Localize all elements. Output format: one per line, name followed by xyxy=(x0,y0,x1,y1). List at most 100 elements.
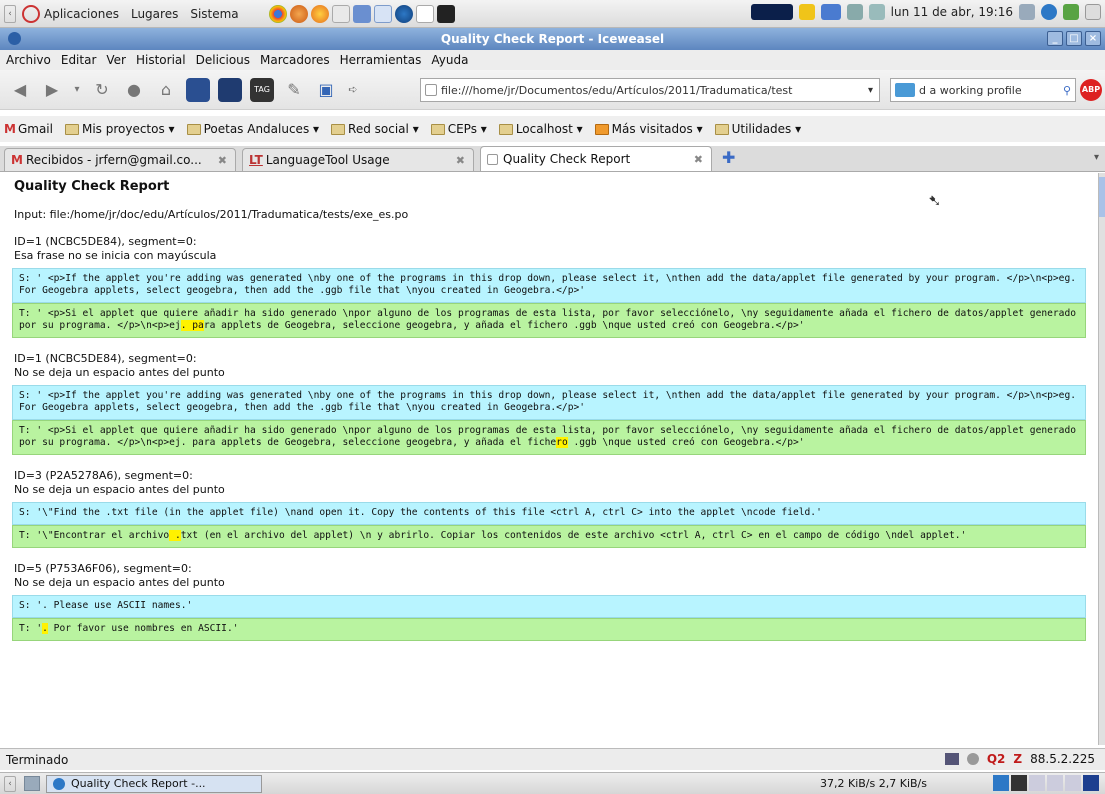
menu-ayuda[interactable]: Ayuda xyxy=(431,53,468,67)
workspace-5[interactable] xyxy=(1065,775,1081,791)
home-icon[interactable]: ⌂ xyxy=(154,78,178,102)
url-bar[interactable]: file:///home/jr/Documentos/edu/Artículos… xyxy=(420,78,880,102)
menu-archivo[interactable]: Archivo xyxy=(6,53,51,67)
forward-icon[interactable]: ▶ xyxy=(40,78,64,102)
folder-icon xyxy=(714,123,729,135)
reload-icon[interactable]: ↻ xyxy=(90,78,114,102)
delicious-icon[interactable]: ▣ xyxy=(314,78,338,102)
new-tab-icon[interactable]: ✚ xyxy=(722,148,735,167)
close-button[interactable]: × xyxy=(1085,31,1101,46)
taskbar-left-arrow[interactable]: ‹ xyxy=(4,775,16,792)
power-icon[interactable] xyxy=(1085,4,1101,20)
bookmark-red-social[interactable]: Red social ▾ xyxy=(331,122,419,136)
browser-launcher-icon[interactable] xyxy=(289,4,308,23)
arrow-dropdown-icon[interactable]: ➪ xyxy=(346,78,360,102)
menu-delicious[interactable]: Delicious xyxy=(196,53,250,67)
system-monitor-icon[interactable] xyxy=(750,4,793,20)
bookmark-utilidades[interactable]: Utilidades ▾ xyxy=(714,122,801,136)
update-icon[interactable] xyxy=(798,4,815,20)
bookmark-mas-visitados[interactable]: Más visitados ▾ xyxy=(594,122,703,136)
zotero-icon[interactable]: Z xyxy=(1013,752,1022,766)
tab-recibidos[interactable]: M Recibidos - jrfern@gmail.co... ✖ xyxy=(4,148,236,171)
menu-historial[interactable]: Historial xyxy=(136,53,186,67)
back-icon[interactable]: ◀ xyxy=(8,78,32,102)
browser-icon xyxy=(53,777,65,790)
volume-icon[interactable] xyxy=(846,4,863,20)
save-icon[interactable] xyxy=(186,77,210,102)
workspace-2[interactable] xyxy=(1011,775,1027,791)
bookmark-label: Localhost xyxy=(515,122,573,136)
search-box[interactable]: d a working profile ⚲ xyxy=(890,78,1076,102)
workspace-icon[interactable] xyxy=(1063,4,1079,20)
workspace-3[interactable] xyxy=(1029,775,1045,791)
menu-sistema[interactable]: Sistema xyxy=(190,7,238,21)
mouse-cursor-icon: ➷ xyxy=(928,191,942,210)
workspace-switcher[interactable] xyxy=(993,775,1099,791)
menu-herramientas[interactable]: Herramientas xyxy=(340,53,422,67)
editor-launcher-icon[interactable] xyxy=(331,4,350,23)
menu-aplicaciones[interactable]: Aplicaciones xyxy=(44,7,119,21)
tab-close-icon[interactable]: ✖ xyxy=(694,153,703,166)
mail-launcher-icon[interactable] xyxy=(352,4,371,23)
bookmark-localhost[interactable]: Localhost ▾ xyxy=(498,122,583,136)
terminal-launcher-icon[interactable] xyxy=(436,4,455,23)
keyboard-icon[interactable] xyxy=(820,4,841,20)
network-icon[interactable] xyxy=(868,4,885,20)
stop-icon[interactable]: ● xyxy=(122,78,146,102)
bookmark-ceps[interactable]: CEPs ▾ xyxy=(430,122,487,136)
window-titlebar[interactable]: Quality Check Report - Iceweasel _ □ × xyxy=(0,28,1105,50)
taskbar-window-button[interactable]: Quality Check Report -... xyxy=(46,774,262,793)
show-desktop-icon[interactable] xyxy=(24,776,40,791)
tab-quality-check-report[interactable]: Quality Check Report ✖ xyxy=(480,146,712,171)
vertical-scrollbar[interactable] xyxy=(1098,173,1105,745)
wrench-icon[interactable]: ✎ xyxy=(282,78,306,102)
bookmark-gmail[interactable]: M Gmail xyxy=(4,122,53,136)
workspace-6[interactable] xyxy=(1083,775,1099,791)
tab-close-icon[interactable]: ✖ xyxy=(456,154,465,167)
workspace-4[interactable] xyxy=(1047,775,1063,791)
notes-launcher-icon[interactable] xyxy=(415,4,434,23)
minimize-button[interactable]: _ xyxy=(1047,31,1063,46)
browser-tray-icon[interactable] xyxy=(1041,4,1057,20)
menu-lugares[interactable]: Lugares xyxy=(131,7,178,21)
source-segment: S: ' <p>If the applet you're adding was … xyxy=(12,268,1086,303)
gmail-icon: M xyxy=(4,122,16,136)
gnome-foot-icon[interactable] xyxy=(22,4,40,23)
issue-message: No se deja un espacio antes del punto xyxy=(14,576,225,589)
menu-ver[interactable]: Ver xyxy=(106,53,126,67)
folder-icon xyxy=(331,123,346,135)
bookmark-mis-proyectos[interactable]: Mis proyectos ▾ xyxy=(64,122,175,136)
navigation-toolbar: ◀ ▶ ▾ ↻ ● ⌂ TAG ✎ ▣ ➪ file:///home/jr/Do… xyxy=(0,70,1105,110)
network-launcher-icon[interactable] xyxy=(394,4,413,23)
tab-languagetool[interactable]: LT LanguageTool Usage ✖ xyxy=(242,148,474,171)
search-engine-icon[interactable] xyxy=(895,83,915,97)
target-segment: T: ' <p>Si el applet que quiere añadir h… xyxy=(12,420,1086,455)
tab-label: Recibidos - jrfern@gmail.co... xyxy=(25,153,202,167)
workspace-1[interactable] xyxy=(993,775,1009,791)
bookmarks-toolbar: M Gmail Mis proyectos ▾ Poetas Andaluces … xyxy=(0,116,1105,142)
url-dropdown-icon[interactable]: ▾ xyxy=(868,85,873,96)
target-text: ra applets de Geogebra, seleccione geoge… xyxy=(203,320,805,331)
tag-icon[interactable]: TAG xyxy=(250,77,274,102)
search-icon[interactable]: ⚲ xyxy=(1063,84,1071,97)
panel-clock[interactable]: lun 11 de abr, 19:16 xyxy=(891,5,1013,19)
scrollbar-thumb[interactable] xyxy=(1099,177,1105,217)
adblock-icon[interactable]: ABP xyxy=(1080,79,1102,101)
menu-editar[interactable]: Editar xyxy=(61,53,97,67)
bookmark-page-icon[interactable] xyxy=(218,77,242,102)
history-dropdown-icon[interactable]: ▾ xyxy=(72,78,82,102)
document-launcher-icon[interactable] xyxy=(373,4,392,23)
firefox-launcher-icon[interactable] xyxy=(310,4,329,23)
menu-marcadores[interactable]: Marcadores xyxy=(260,53,330,67)
tab-close-icon[interactable]: ✖ xyxy=(218,154,227,167)
panel-left-arrow[interactable]: ‹ xyxy=(4,4,16,23)
window-icon[interactable] xyxy=(8,32,21,45)
tab-list-icon[interactable]: ▾ xyxy=(1094,152,1099,163)
sound-icon[interactable] xyxy=(1019,4,1035,20)
quality-count[interactable]: Q2 xyxy=(987,752,1006,766)
chrome-launcher-icon[interactable] xyxy=(268,4,287,23)
record-icon[interactable] xyxy=(966,753,979,765)
bookmark-poetas-andaluces[interactable]: Poetas Andaluces ▾ xyxy=(186,122,319,136)
maximize-button[interactable]: □ xyxy=(1066,31,1082,46)
network-status-icon[interactable] xyxy=(944,753,959,765)
